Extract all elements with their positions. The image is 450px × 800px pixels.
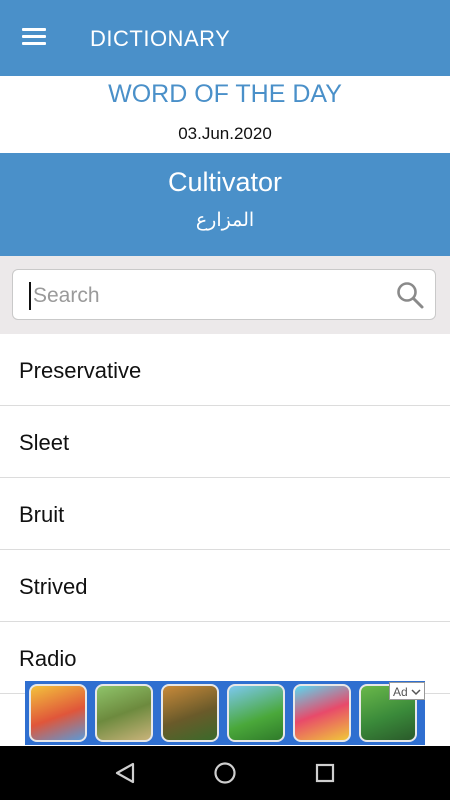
word-of-the-day-word: Cultivator [167,167,283,197]
hamburger-menu-icon[interactable] [18,24,52,54]
back-icon[interactable] [111,759,139,787]
ad-game-thumbnail[interactable] [161,684,219,742]
ad-banner[interactable]: Ad [25,681,425,745]
ad-game-thumbnail[interactable] [95,684,153,742]
list-item[interactable]: Strived [0,550,450,622]
search-icon[interactable] [395,280,425,310]
search-area [0,256,450,334]
home-icon[interactable] [211,759,239,787]
list-item[interactable]: Preservative [0,334,450,406]
word-list: Preservative Sleet Bruit Strived Radio [0,334,450,694]
word-of-the-day-card[interactable]: Cultivator المزارع [0,153,450,256]
ad-badge[interactable]: Ad [389,682,425,700]
system-navigation-bar [0,746,450,800]
list-item[interactable]: Bruit [0,478,450,550]
list-item[interactable]: Sleet [0,406,450,478]
chevron-down-icon [411,689,421,696]
word-of-the-day-heading: WORD OF THE DAY [108,80,342,108]
ad-game-thumbnail[interactable] [29,684,87,742]
recents-icon[interactable] [311,759,339,787]
search-box [12,269,436,320]
word-of-the-day-translation: المزارع [195,210,255,231]
app-bar: DICTIONARY [0,0,450,76]
ad-game-thumbnail[interactable] [293,684,351,742]
ad-game-thumbnail[interactable] [227,684,285,742]
word-of-the-day-date: 03.Jun.2020 [178,124,272,143]
search-input[interactable] [29,282,375,310]
app-title: DICTIONARY [90,26,231,51]
ad-badge-label: Ad [393,685,408,699]
